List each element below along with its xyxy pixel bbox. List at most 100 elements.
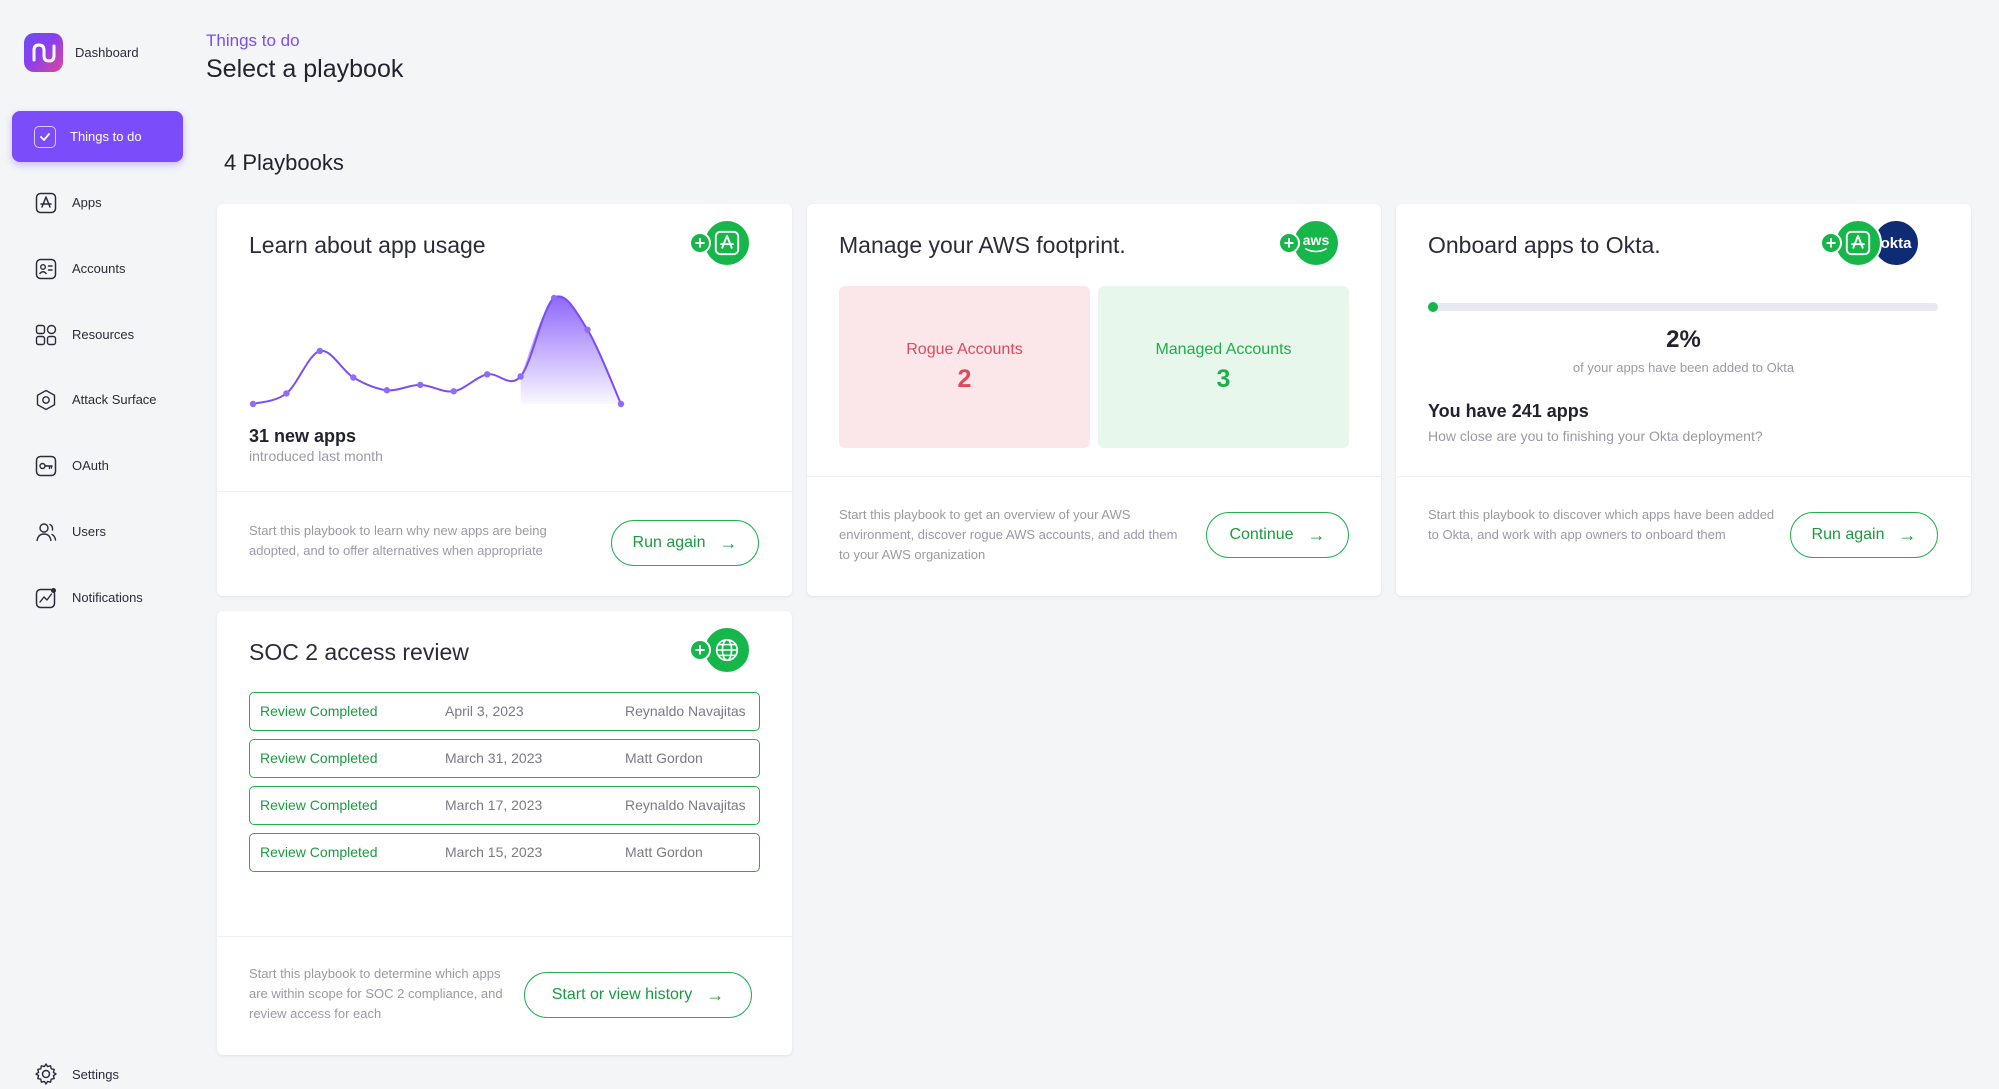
button-label: Run again	[1811, 526, 1885, 543]
apps-count: You have 241 apps	[1428, 401, 1589, 421]
sidebar-item-apps[interactable]: Apps	[12, 177, 183, 228]
sidebar-item-label: Accounts	[72, 261, 126, 276]
chart-point[interactable]	[249, 400, 257, 408]
okta-progress-fill	[1428, 302, 1439, 312]
chart-point[interactable]	[517, 373, 524, 380]
brand-label: Dashboard	[75, 45, 139, 60]
card-badge: + aws	[1278, 219, 1340, 267]
review-row[interactable]: Review Completed April 3, 2023 Reynaldo …	[249, 692, 760, 731]
card-badge: +	[689, 219, 751, 267]
sidebar-item-label: OAuth	[72, 458, 109, 473]
new-apps-caption: introduced last month	[249, 448, 383, 464]
managed-accounts-tile[interactable]: Managed Accounts 3	[1098, 286, 1349, 448]
usage-sparkline-chart	[249, 294, 625, 408]
reviewer-name: Reynaldo Navajitas	[625, 797, 746, 813]
review-date: March 31, 2023	[445, 750, 543, 766]
id-card-icon	[34, 257, 58, 281]
start-or-view-history-button[interactable]: Start or view history →	[524, 972, 752, 1018]
card-title: SOC 2 access review	[249, 639, 469, 665]
sidebar-item-label: Users	[72, 524, 106, 539]
rogue-accounts-label: Rogue Accounts	[906, 340, 1023, 358]
review-date: April 3, 2023	[445, 703, 524, 719]
managed-accounts-label: Managed Accounts	[1155, 340, 1292, 358]
sidebar-item-attack-surface[interactable]: Attack Surface	[12, 374, 183, 425]
chart-point[interactable]	[316, 347, 324, 355]
users-icon	[34, 520, 58, 544]
button-label: Start or view history	[551, 986, 693, 1003]
sidebar-item-resources[interactable]: Resources	[12, 309, 183, 360]
sidebar-item-accounts[interactable]: Accounts	[12, 243, 183, 294]
card-okta[interactable]: Onboard apps to Okta. + okta 2% of your …	[1396, 204, 1971, 596]
chart-point[interactable]	[417, 381, 424, 389]
card-description: Start this playbook to learn why new app…	[249, 523, 547, 558]
sidebar-item-users[interactable]: Users	[12, 506, 183, 557]
continue-button[interactable]: Continue →	[1206, 512, 1349, 558]
chart-point[interactable]	[450, 388, 457, 395]
rogue-accounts-tile[interactable]: Rogue Accounts 2	[839, 286, 1090, 448]
hexagon-target-icon	[34, 388, 58, 412]
card-description: Start this playbook to discover which ap…	[1428, 507, 1775, 542]
review-date: March 15, 2023	[445, 844, 543, 860]
card-app-usage[interactable]: Learn about app usage + 31 new apps intr…	[217, 204, 792, 596]
card-divider	[807, 476, 1381, 477]
sidebar-item-oauth[interactable]: OAuth	[12, 440, 183, 491]
okta-progress-bar	[1428, 302, 1938, 312]
app-store-icon	[34, 191, 58, 215]
sidebar-item-label: Resources	[72, 327, 135, 342]
review-row[interactable]: Review Completed March 17, 2023 Reynaldo…	[249, 786, 760, 825]
card-description: Start this playbook to get an overview o…	[839, 507, 1178, 562]
plus-icon: +	[689, 232, 711, 254]
review-row[interactable]: Review Completed March 31, 2023 Matt Gor…	[249, 739, 760, 778]
review-row[interactable]: Review Completed March 15, 2023 Matt Gor…	[249, 833, 760, 872]
card-title: Manage your AWS footprint.	[839, 232, 1126, 258]
brand-logo	[24, 33, 63, 72]
gear-icon	[34, 1062, 58, 1086]
arrow-right-icon: →	[719, 533, 738, 553]
sidebar-item-label: Settings	[72, 1066, 119, 1082]
reviewer-name: Matt Gordon	[625, 844, 703, 860]
chart-point[interactable]	[483, 371, 491, 378]
plus-icon: +	[689, 639, 711, 661]
card-divider	[1396, 476, 1971, 477]
card-aws[interactable]: Manage your AWS footprint. + aws Rogue A…	[807, 204, 1381, 596]
review-status: Review Completed	[260, 750, 378, 766]
sidebar-item-label: Notifications	[72, 590, 143, 605]
chart-point[interactable]	[550, 294, 558, 302]
chart-bell-icon	[34, 586, 58, 610]
page-title: Select a playbook	[206, 55, 404, 83]
okta-logo-text: okta	[1880, 234, 1912, 252]
page-header: Things to do Select a playbook	[206, 31, 403, 84]
sidebar-item-label: Things to do	[70, 129, 142, 144]
card-divider	[217, 936, 792, 937]
brand[interactable]: Dashboard	[24, 33, 139, 72]
run-again-button[interactable]: Run again →	[611, 520, 759, 566]
card-soc2[interactable]: SOC 2 access review + Review Completed A…	[217, 611, 792, 1055]
okta-percent-caption: of your apps have been added to Okta	[1572, 360, 1795, 375]
arrow-right-icon: →	[706, 985, 725, 1005]
reviewer-name: Reynaldo Navajitas	[625, 703, 746, 719]
chart-point[interactable]	[283, 390, 290, 397]
rogue-accounts-value: 2	[957, 364, 972, 393]
review-status: Review Completed	[260, 797, 378, 813]
sidebar-item-notifications[interactable]: Notifications	[12, 572, 183, 623]
card-divider	[217, 491, 792, 492]
key-icon	[34, 454, 58, 478]
arrow-right-icon: →	[1898, 525, 1917, 545]
plus-icon: +	[1820, 232, 1842, 254]
breadcrumb[interactable]: Things to do	[206, 31, 403, 51]
sidebar-item-things-to-do[interactable]: Things to do	[12, 111, 183, 162]
review-history-list: Review Completed April 3, 2023 Reynaldo …	[249, 692, 760, 880]
chart-point[interactable]	[584, 326, 591, 333]
card-badge: + okta	[1820, 219, 1920, 267]
card-description: Start this playbook to determine which a…	[249, 966, 503, 1021]
chart-point[interactable]	[383, 387, 391, 394]
grid-icon	[34, 323, 58, 347]
card-badge: +	[689, 626, 751, 674]
run-again-button[interactable]: Run again →	[1790, 512, 1938, 558]
checkbox-icon	[34, 125, 56, 148]
sidebar-item-settings[interactable]: Settings	[14, 1049, 185, 1089]
sidebar-item-label: Apps	[72, 195, 102, 210]
chart-point[interactable]	[617, 400, 625, 408]
chart-point[interactable]	[350, 374, 357, 381]
apps-count-caption: How close are you to finishing your Okta…	[1428, 428, 1763, 444]
